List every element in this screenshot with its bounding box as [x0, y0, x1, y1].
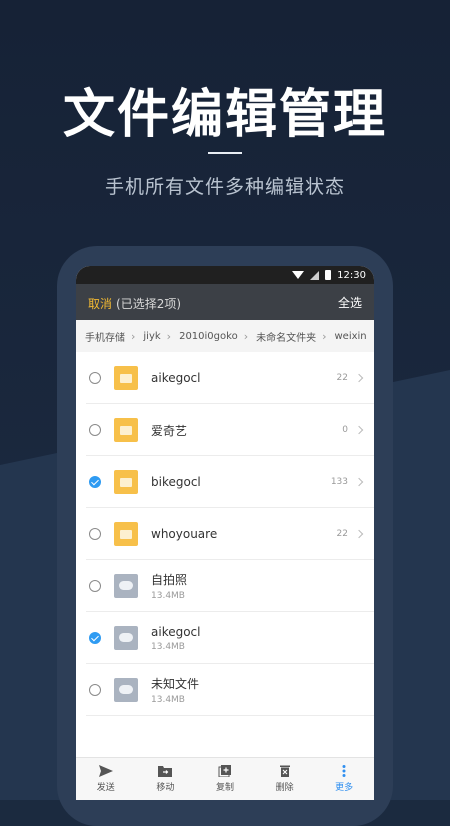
unknown-file-icon — [114, 574, 138, 598]
breadcrumb-item[interactable]: 手机存储 — [85, 329, 125, 344]
more-button[interactable]: 更多 — [319, 765, 369, 793]
signal-icon — [310, 270, 320, 280]
move-icon — [158, 766, 173, 777]
file-name: aikegocl — [151, 624, 201, 639]
file-name: 未知文件 — [151, 677, 200, 691]
select-all-button[interactable]: 全选 — [338, 294, 362, 311]
file-row-aikegocl-folder[interactable]: aikegocl 22 — [76, 352, 374, 404]
folder-icon — [114, 470, 138, 494]
copy-icon — [218, 765, 231, 777]
breadcrumb-item[interactable]: jiyk — [143, 331, 160, 342]
select-checkbox[interactable] — [89, 424, 101, 436]
file-name: 爱奇艺 — [151, 423, 188, 438]
file-size: 13.4MB — [151, 591, 185, 601]
file-name: whoyouare — [151, 527, 218, 541]
file-row-iqiyi-folder[interactable]: 爱奇艺 0 — [76, 404, 374, 456]
file-name: bikegocl — [151, 475, 201, 489]
delete-button[interactable]: 删除 — [260, 765, 310, 793]
file-row-whoyouare-folder[interactable]: whoyouare 22 — [76, 508, 374, 560]
breadcrumb-item[interactable]: weixin — [335, 331, 367, 342]
file-row-aikegocl-file[interactable]: aikegocl 13.4MB — [76, 612, 374, 664]
delete-icon — [279, 765, 290, 777]
action-bar: 发送 移动 复制 删除 更多 — [76, 757, 374, 800]
send-icon — [98, 765, 113, 777]
action-label: 删除 — [275, 783, 294, 793]
file-row-unknown-file[interactable]: 未知文件 13.4MB — [76, 664, 374, 716]
unknown-file-icon — [114, 626, 138, 650]
breadcrumb-item[interactable]: 未命名文件夹 — [256, 329, 316, 344]
folder-icon — [114, 418, 138, 442]
select-checkbox[interactable] — [89, 684, 101, 696]
chevron-right-icon — [354, 529, 364, 539]
file-size: 13.4MB — [151, 695, 185, 705]
send-button[interactable]: 发送 — [81, 765, 131, 793]
select-checkbox[interactable] — [89, 580, 101, 592]
promo-headline: 文件编辑管理 — [62, 84, 387, 145]
file-name: aikegocl — [151, 371, 201, 385]
file-info: aikegocl 13.4MB — [151, 625, 200, 652]
promo-divider — [208, 152, 242, 154]
file-row-bikegocl-folder[interactable]: bikegocl 133 — [76, 456, 374, 508]
chevron-right-icon — [354, 373, 364, 383]
action-label: 更多 — [335, 783, 354, 793]
select-checkbox-checked[interactable] — [89, 632, 101, 644]
folder-icon — [114, 522, 138, 546]
item-count: 0 — [342, 425, 348, 435]
breadcrumb-item[interactable]: 2010i0goko — [179, 331, 238, 342]
select-checkbox-checked[interactable] — [89, 476, 101, 488]
item-count: 133 — [330, 477, 348, 487]
file-info: 未知文件 13.4MB — [151, 675, 199, 705]
item-count: 22 — [336, 529, 348, 539]
action-label: 移动 — [156, 783, 175, 793]
breadcrumb: 手机存储 › jiyk › 2010i0goko › 未命名文件夹 › weix… — [76, 320, 374, 352]
status-time: 12:30 — [337, 269, 366, 281]
selection-left: 取消 (已选择2项) — [88, 293, 181, 312]
copy-button[interactable]: 复制 — [200, 765, 250, 793]
move-button[interactable]: 移动 — [140, 765, 190, 793]
status-bar: 12:30 — [76, 266, 374, 284]
more-icon — [342, 765, 346, 777]
breadcrumb-separator-icon: › — [131, 329, 136, 343]
selection-count: (已选择2项) — [116, 296, 182, 311]
battery-icon — [325, 270, 332, 280]
file-list: aikegocl 22 爱奇艺 0 bikegocl 133 whoyouare… — [76, 352, 374, 716]
item-count: 22 — [336, 373, 348, 383]
file-info: 自拍照 13.4MB — [151, 571, 187, 601]
breadcrumb-separator-icon: › — [243, 329, 249, 343]
wifi-icon — [292, 271, 305, 279]
select-checkbox[interactable] — [89, 528, 101, 540]
breadcrumb-separator-icon: › — [322, 329, 327, 343]
select-checkbox[interactable] — [89, 372, 101, 384]
breadcrumb-separator-icon: › — [166, 329, 172, 343]
chevron-right-icon — [354, 425, 364, 435]
unknown-file-icon — [114, 678, 138, 702]
action-label: 复制 — [215, 783, 234, 793]
selection-app-bar: 取消 (已选择2项) 全选 — [76, 284, 374, 320]
chevron-right-icon — [354, 477, 364, 487]
action-label: 发送 — [96, 783, 115, 793]
file-name: 自拍照 — [151, 573, 188, 587]
file-row-selfie[interactable]: 自拍照 13.4MB — [76, 560, 374, 612]
phone-screen: 12:30 取消 (已选择2项) 全选 手机存储 › jiyk › 2010i0g… — [76, 266, 374, 800]
file-size: 13.4MB — [151, 641, 185, 652]
promo-subheadline: 手机所有文件多种编辑状态 — [104, 176, 345, 198]
folder-icon — [114, 366, 138, 390]
cancel-button[interactable]: 取消 — [88, 297, 112, 311]
